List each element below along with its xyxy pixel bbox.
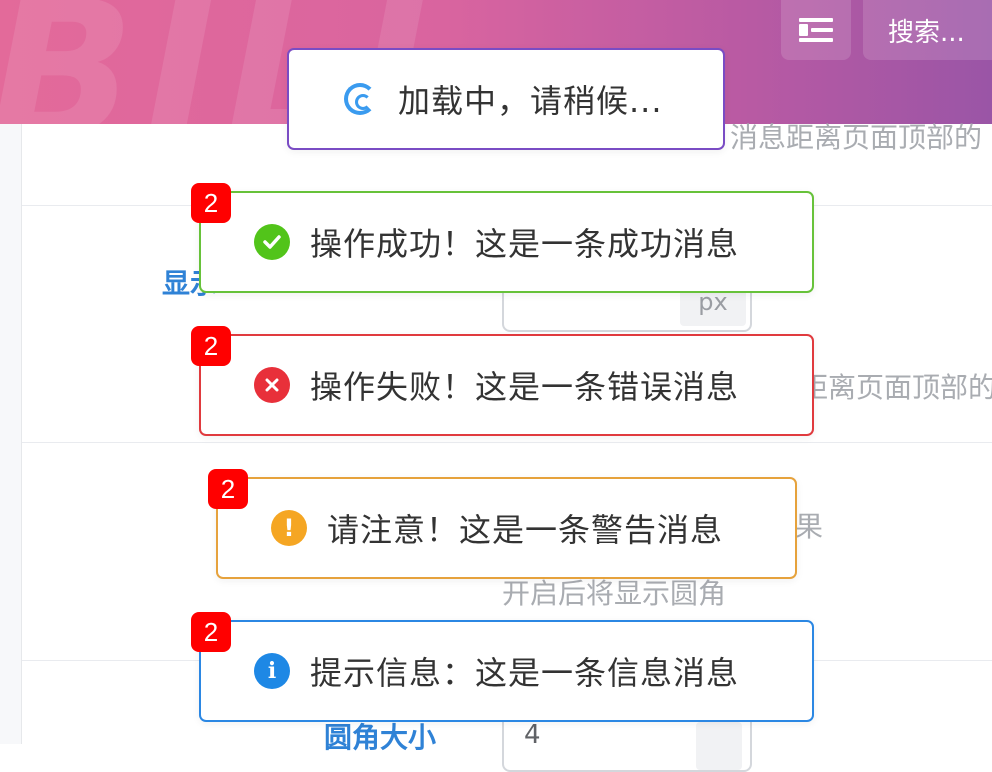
loading-toast: 加载中，请稍候... [287, 48, 725, 150]
menu-toggle-button[interactable] [781, 0, 851, 60]
radius-unit [696, 722, 742, 770]
warning-toast-text: 请注意！这是一条警告消息 [327, 511, 724, 549]
radius-value: 4 [524, 720, 541, 750]
warning-count-badge: 2 [208, 469, 248, 509]
success-count-badge: 2 [191, 183, 231, 223]
check-badge-icon [254, 224, 290, 260]
side-strip [0, 124, 22, 744]
info-toast: i 提示信息：这是一条信息消息 [199, 620, 814, 722]
setting-hint-offset: 距离页面顶部的 [800, 371, 992, 404]
error-toast: 操作失败！这是一条错误消息 [199, 334, 814, 436]
row-divider [22, 442, 992, 443]
exclamation-circle-icon: ! [271, 510, 307, 546]
setting-label-radius: 圆角大小 [324, 721, 437, 754]
loading-toast-text: 加载中，请稍候... [398, 82, 663, 120]
warning-toast: ! 请注意！这是一条警告消息 [216, 477, 797, 579]
setting-hint-effect: 果 [795, 510, 824, 543]
search-button[interactable]: 搜索... [863, 0, 992, 60]
error-toast-text: 操作失败！这是一条错误消息 [310, 368, 740, 406]
success-toast-text: 操作成功！这是一条成功消息 [310, 225, 740, 263]
success-toast: 操作成功！这是一条成功消息 [199, 191, 814, 293]
setting-hint-top: 消息距离页面顶部的 [730, 121, 983, 154]
menu-fold-icon [799, 18, 833, 42]
info-count-badge: 2 [191, 612, 231, 652]
error-count-badge: 2 [191, 326, 231, 366]
loading-spinner-icon [344, 83, 376, 115]
info-toast-text: 提示信息：这是一条信息消息 [310, 654, 740, 692]
close-circle-icon [254, 367, 290, 403]
info-circle-icon: i [254, 653, 290, 689]
